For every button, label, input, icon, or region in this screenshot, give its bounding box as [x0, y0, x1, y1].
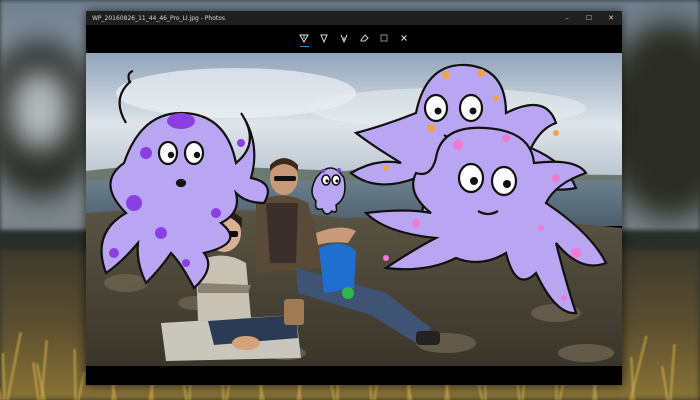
blue-backpack	[319, 243, 356, 293]
maximize-button[interactable]: ☐	[578, 11, 600, 25]
calligraphy-pen-tool[interactable]	[337, 28, 352, 48]
pencil-tool[interactable]	[317, 28, 332, 48]
calligraphy-pen-icon	[340, 34, 348, 43]
window-title: WP_20160826_11_44_46_Pro_LI.jpg - Photos	[92, 14, 226, 22]
close-ink-tool[interactable]	[397, 28, 412, 48]
photo-image	[86, 53, 622, 366]
ballpoint-pen-icon	[299, 34, 309, 43]
bottom-bar	[86, 366, 622, 385]
eraser-icon	[360, 34, 369, 42]
minimize-button[interactable]: –	[556, 11, 578, 25]
photo-canvas[interactable]	[86, 53, 622, 366]
green-bottle	[342, 287, 354, 299]
close-icon	[401, 35, 407, 41]
ballpoint-pen-tool[interactable]	[297, 28, 312, 48]
close-window-button[interactable]: ✕	[600, 11, 622, 25]
eraser-tool[interactable]	[357, 28, 372, 48]
title-bar[interactable]: WP_20160826_11_44_46_Pro_LI.jpg - Photos…	[86, 11, 622, 25]
ruler-icon	[380, 34, 388, 42]
photos-window[interactable]: WP_20160826_11_44_46_Pro_LI.jpg - Photos…	[86, 11, 622, 385]
ruler-tool[interactable]	[377, 28, 392, 48]
pencil-icon	[320, 34, 328, 43]
background-cloud	[10, 70, 70, 150]
ink-toolbar	[86, 25, 622, 51]
